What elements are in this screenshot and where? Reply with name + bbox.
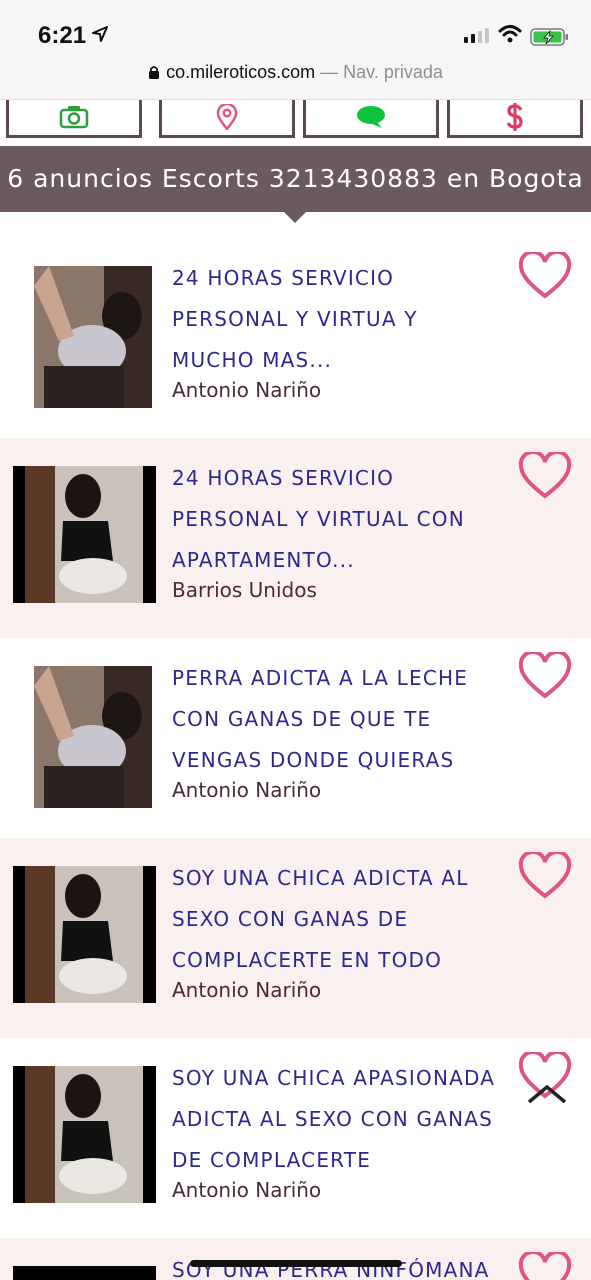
listing-title[interactable]: 24 HORAS SERVICIO PERSONAL Y VIRTUAL CON… xyxy=(172,458,502,581)
listing-photo[interactable] xyxy=(34,666,152,808)
listing-location: Barrios Unidos xyxy=(172,578,317,602)
home-indicator xyxy=(190,1260,402,1267)
location-arrow-icon xyxy=(92,26,108,42)
listing-photo[interactable] xyxy=(34,266,152,408)
listing-location: Antonio Nariño xyxy=(172,778,322,802)
listing-title[interactable]: SOY UNA CHICA ADICTA AL SEXO CON GANAS D… xyxy=(172,858,502,981)
favorite-heart-icon[interactable] xyxy=(518,452,572,500)
listing-item[interactable]: PERRA ADICTA A LA LECHE CON GANAS DE QUE… xyxy=(0,638,591,838)
favorite-heart-icon[interactable] xyxy=(518,852,572,900)
listing-photo[interactable] xyxy=(13,1066,156,1203)
lock-icon xyxy=(149,66,160,79)
photo-filter-button[interactable] xyxy=(6,100,142,138)
listing-item[interactable]: SOY UNA CHICA APASIONADA ADICTA AL SEXO … xyxy=(0,1038,591,1238)
listing-photo[interactable] xyxy=(13,1266,156,1280)
favorite-heart-icon[interactable] xyxy=(518,252,572,300)
chat-filter-button[interactable] xyxy=(303,100,439,138)
location-filter-button[interactable] xyxy=(159,100,295,138)
results-header: 6 anuncios Escorts 3213430883 en Bogota xyxy=(0,146,591,212)
browser-top-bar: 6:21 co.mileroticos.com — Nav. privada xyxy=(0,0,591,100)
listing-title[interactable]: 24 HORAS SERVICIO PERSONAL Y VIRTUA Y MU… xyxy=(172,258,502,381)
listing-photo[interactable] xyxy=(13,466,156,603)
listing-location: Antonio Nariño xyxy=(172,378,322,402)
favorite-heart-icon[interactable] xyxy=(518,652,572,700)
listing-item[interactable]: 24 HORAS SERVICIO PERSONAL Y VIRTUA Y MU… xyxy=(0,238,591,438)
listing-photo[interactable] xyxy=(13,866,156,1003)
favorite-heart-icon[interactable] xyxy=(518,1252,572,1280)
listing-title[interactable]: SOY UNA CHICA APASIONADA ADICTA AL SEXO … xyxy=(172,1058,502,1181)
listings-list: 24 HORAS SERVICIO PERSONAL Y VIRTUA Y MU… xyxy=(0,238,591,1280)
battery-icon xyxy=(530,28,568,46)
cellular-signal-icon xyxy=(464,28,489,43)
scroll-to-top-icon[interactable] xyxy=(526,1082,568,1106)
camera-icon xyxy=(59,105,89,128)
chat-icon xyxy=(357,105,385,128)
listing-item[interactable]: 24 HORAS SERVICIO PERSONAL Y VIRTUAL CON… xyxy=(0,438,591,638)
url-text: co.mileroticos.com xyxy=(166,62,316,82)
status-time: 6:21 xyxy=(38,22,87,49)
listing-item[interactable]: SOY UNA CHICA ADICTA AL SEXO CON GANAS D… xyxy=(0,838,591,1038)
listing-location: Antonio Nariño xyxy=(172,1178,322,1202)
wifi-icon xyxy=(498,25,522,43)
listing-title[interactable]: PERRA ADICTA A LA LECHE CON GANAS DE QUE… xyxy=(172,658,502,781)
map-pin-icon xyxy=(216,103,238,130)
dollar-icon xyxy=(506,102,523,131)
price-filter-button[interactable] xyxy=(447,100,583,138)
header-pointer xyxy=(283,211,307,223)
filter-tiles-row xyxy=(0,100,591,138)
private-mode-label: — Nav. privada xyxy=(315,62,443,82)
url-bar[interactable]: co.mileroticos.com — Nav. privada xyxy=(0,62,591,83)
listing-location: Antonio Nariño xyxy=(172,978,322,1002)
